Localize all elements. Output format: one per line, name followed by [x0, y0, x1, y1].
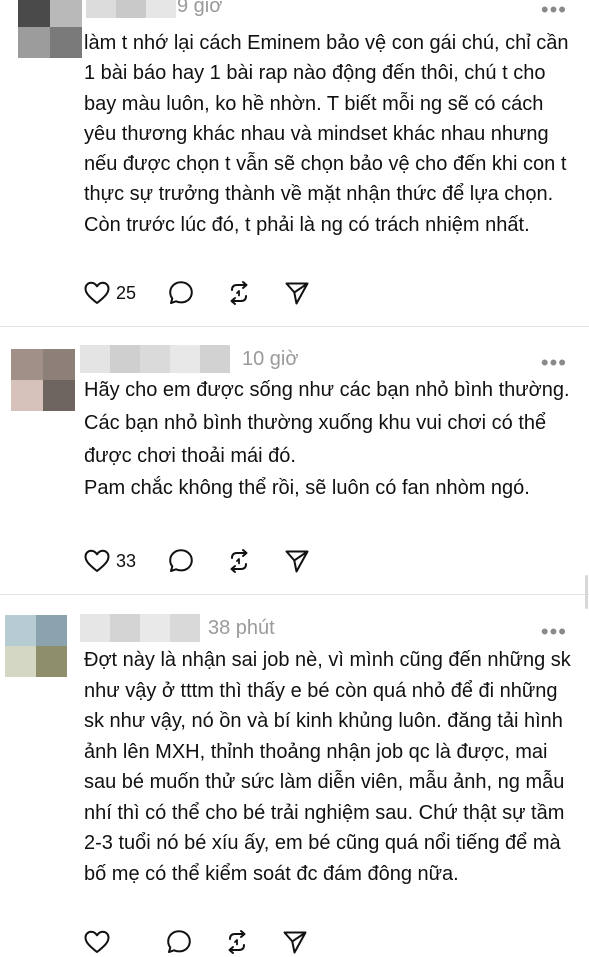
username-blurred[interactable] [86, 0, 176, 18]
repost-button[interactable] [226, 280, 252, 306]
post-time: 9 giờ [177, 0, 223, 17]
more-options-icon[interactable]: ••• [541, 0, 567, 21]
repost-icon [230, 549, 248, 573]
avatar-tile [5, 646, 36, 677]
avatar[interactable] [5, 615, 67, 677]
share-icon [285, 550, 309, 573]
repost-icon [228, 930, 246, 954]
post-actions: 25 [84, 279, 332, 307]
avatar-tile [18, 27, 50, 58]
avatar-tile [5, 615, 36, 646]
avatar-tile [43, 380, 75, 411]
avatar-tile [50, 27, 82, 58]
comment-button[interactable] [168, 548, 194, 574]
username-blurred[interactable] [80, 614, 200, 642]
post-time: 10 giờ [242, 348, 299, 370]
post-paragraph: làm t nhớ lại cách Eminem bảo vệ con gái… [84, 32, 569, 236]
share-button[interactable] [284, 280, 310, 306]
post-text: Đợt này là nhận sai job nè, vì mình cũng… [84, 645, 576, 889]
comment-button[interactable] [168, 280, 194, 306]
avatar-tile [50, 0, 82, 27]
like-count: 33 [116, 550, 137, 571]
avatar-tile [36, 615, 67, 646]
share-icon [283, 931, 307, 954]
post-actions [84, 928, 330, 956]
post-paragraph: Đợt này là nhận sai job nè, vì mình cũng… [84, 649, 571, 885]
more-options-icon[interactable]: ••• [541, 621, 567, 643]
avatar-tile [43, 349, 75, 380]
post-paragraph: Pam chắc không thể rồi, sẽ luôn có fan n… [84, 477, 530, 500]
heart-icon [84, 930, 110, 953]
post-2: 10 giờ ••• Hãy cho em được sống như các … [0, 327, 589, 594]
repost-button[interactable] [224, 929, 250, 955]
comment-icon [169, 549, 193, 572]
comment-icon [169, 281, 193, 304]
share-button[interactable] [284, 548, 310, 574]
like-count: 25 [116, 282, 137, 303]
post-actions: 33 [84, 547, 332, 575]
post-1: 9 giờ ••• làm t nhớ lại cách Eminem bảo … [0, 0, 589, 326]
post-paragraph: Hãy cho em được sống như các bạn nhỏ bìn… [84, 379, 570, 401]
post-text: làm t nhớ lại cách Eminem bảo vệ con gái… [84, 28, 576, 240]
like-button[interactable]: 25 [84, 281, 136, 305]
avatar[interactable] [11, 349, 75, 411]
repost-icon [230, 281, 248, 305]
share-button[interactable] [282, 929, 308, 955]
username-blurred[interactable] [80, 345, 230, 373]
post-text: Hãy cho em được sống như các bạn nhỏ bìn… [84, 374, 576, 505]
avatar-tile [18, 0, 50, 27]
post-paragraph: Các bạn nhỏ bình thường xuống khu vui ch… [84, 411, 547, 467]
post-time: 38 phút [208, 617, 275, 639]
avatar-tile [36, 646, 67, 677]
post-3: 38 phút ••• Đợt này là nhận sai job nè, … [0, 595, 589, 957]
scrollbar[interactable] [585, 575, 588, 609]
avatar[interactable] [18, 0, 82, 58]
heart-icon [84, 549, 110, 572]
comment-button[interactable] [166, 929, 192, 955]
like-button[interactable] [84, 930, 110, 954]
comment-icon [167, 930, 191, 953]
share-icon [285, 282, 309, 305]
repost-button[interactable] [226, 548, 252, 574]
heart-icon [84, 281, 110, 304]
more-options-icon[interactable]: ••• [541, 352, 567, 374]
avatar-tile [11, 380, 43, 411]
avatar-tile [11, 349, 43, 380]
like-button[interactable]: 33 [84, 549, 136, 573]
